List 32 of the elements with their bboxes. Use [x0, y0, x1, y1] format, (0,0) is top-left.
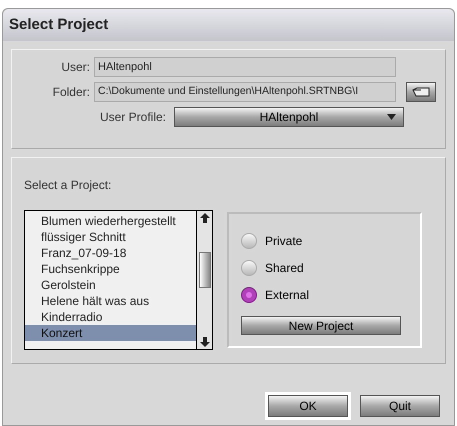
folder-label: Folder:: [52, 84, 90, 101]
radio-button[interactable]: [241, 232, 257, 248]
dialog-button[interactable]: Quit: [357, 392, 443, 420]
project-list-item[interactable]: flüssiger Schnitt: [25, 229, 196, 245]
down-arrow-icon: [200, 337, 210, 347]
browse-folder-button[interactable]: [406, 82, 436, 102]
project-list-item[interactable]: Helene hält was aus: [25, 293, 196, 309]
radio-label: Private: [265, 232, 302, 250]
dialog-button[interactable]: OK: [265, 392, 351, 420]
scrollbar[interactable]: [196, 211, 212, 349]
project-list-item[interactable]: Fuchsenkrippe: [25, 261, 196, 277]
radio-label: External: [265, 286, 310, 304]
folder-field[interactable]: C:\Dokumente und Einstellungen\HAltenpohl.SRTNBG\I: [94, 82, 396, 102]
project-list-item[interactable]: Blumen wiederhergestellt: [25, 213, 196, 229]
dropdown-arrow-icon: [387, 114, 396, 120]
window-title: Select Project: [3, 9, 454, 41]
radio-button[interactable]: [241, 286, 257, 302]
project-list-item[interactable]: Kinderradio: [25, 309, 196, 325]
user-label: User:: [60, 59, 90, 76]
radio-label: Shared: [265, 260, 304, 276]
scrollbar-thumb[interactable]: [198, 252, 210, 288]
folder-icon: [412, 87, 430, 97]
select-project-label: Select a Project:: [24, 177, 112, 194]
up-arrow-icon: [200, 213, 210, 223]
user-profile-dropdown[interactable]: HAltenpohl: [174, 107, 404, 127]
user-field[interactable]: HAltenpohl: [94, 57, 396, 77]
radio-button[interactable]: [241, 260, 257, 276]
project-list-item[interactable]: Konzert: [25, 325, 196, 341]
project-list-item[interactable]: Gerolstein: [25, 277, 196, 293]
project-list-item[interactable]: Franz_07-09-18: [25, 245, 196, 261]
new-project-button[interactable]: New Project: [241, 316, 401, 335]
user-profile-label: User Profile:: [98, 109, 166, 126]
